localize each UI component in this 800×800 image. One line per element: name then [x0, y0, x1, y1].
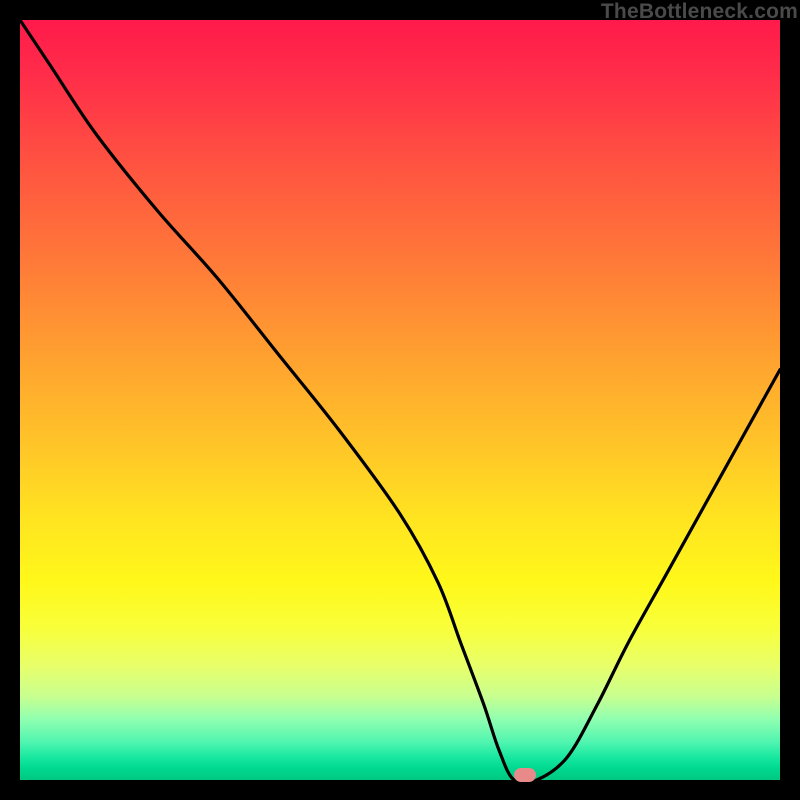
- plot-area: [20, 20, 780, 780]
- watermark-text: TheBottleneck.com: [601, 0, 798, 24]
- chart-container: TheBottleneck.com: [0, 0, 800, 800]
- optimal-point-marker: [514, 768, 536, 782]
- bottleneck-curve: [20, 20, 780, 780]
